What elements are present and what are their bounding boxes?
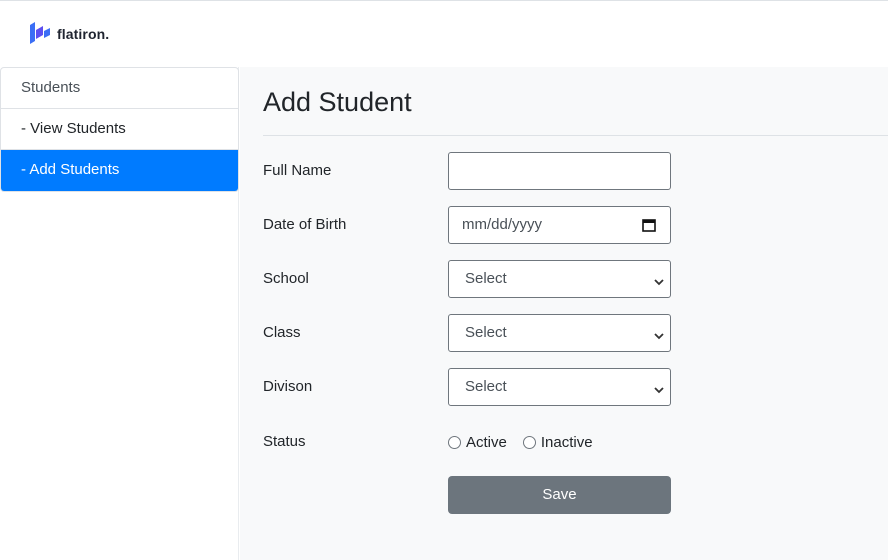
main-content: Add Student Full Name Date of Birth mm/d… xyxy=(240,67,888,560)
sidebar-menu: Students - View Students - Add Students xyxy=(0,67,239,192)
sidebar: Students - View Students - Add Students xyxy=(0,67,239,560)
status-active-radio[interactable]: Active xyxy=(448,434,507,451)
dob-row: Date of Birth mm/dd/yyyy xyxy=(263,206,683,244)
status-active-label: Active xyxy=(466,433,507,451)
dob-label: Date of Birth xyxy=(263,216,347,233)
class-row: Class Select xyxy=(263,314,683,352)
school-label: School xyxy=(263,270,309,287)
save-button[interactable]: Save xyxy=(448,476,671,514)
class-selected: Select xyxy=(465,324,507,341)
dob-input[interactable]: mm/dd/yyyy xyxy=(448,206,671,244)
brand-name: flatiron. xyxy=(57,26,110,42)
status-label: Status xyxy=(263,433,306,450)
page-title: Add Student xyxy=(263,87,412,117)
chevron-down-icon xyxy=(653,274,665,291)
title-divider xyxy=(263,135,888,136)
chevron-down-icon xyxy=(653,382,665,399)
division-row: Divison Select xyxy=(263,368,683,406)
radio-circle-icon[interactable] xyxy=(448,435,461,449)
brand-logo[interactable]: flatiron. xyxy=(30,22,109,46)
status-inactive-radio[interactable]: Inactive xyxy=(522,433,593,451)
chevron-down-icon xyxy=(653,328,665,345)
status-radio-group: Active Inactive xyxy=(448,423,609,461)
flatiron-logo-icon xyxy=(30,22,51,46)
full-name-label: Full Name xyxy=(263,162,332,179)
full-name-row: Full Name xyxy=(263,152,683,190)
class-select[interactable]: Select xyxy=(448,314,671,352)
division-select[interactable]: Select xyxy=(448,368,671,406)
division-selected: Select xyxy=(465,378,507,395)
full-name-input[interactable] xyxy=(448,152,671,190)
status-inactive-label: Inactive xyxy=(540,433,593,451)
school-selected: Select xyxy=(465,270,507,287)
class-label: Class xyxy=(263,324,301,341)
sidebar-item-view-students[interactable]: - View Students xyxy=(1,109,238,150)
division-label: Divison xyxy=(263,378,313,395)
school-select[interactable]: Select xyxy=(448,260,671,298)
sidebar-item-students[interactable]: Students xyxy=(1,68,238,109)
sidebar-item-add-students[interactable]: - Add Students xyxy=(1,150,238,191)
status-row: Status Active Inactive xyxy=(263,423,683,461)
app-header: flatiron. xyxy=(0,1,888,67)
calendar-icon[interactable] xyxy=(642,218,656,236)
dob-placeholder: mm/dd/yyyy xyxy=(462,216,543,233)
radio-circle-icon[interactable] xyxy=(522,435,536,449)
school-row: School Select xyxy=(263,260,683,298)
